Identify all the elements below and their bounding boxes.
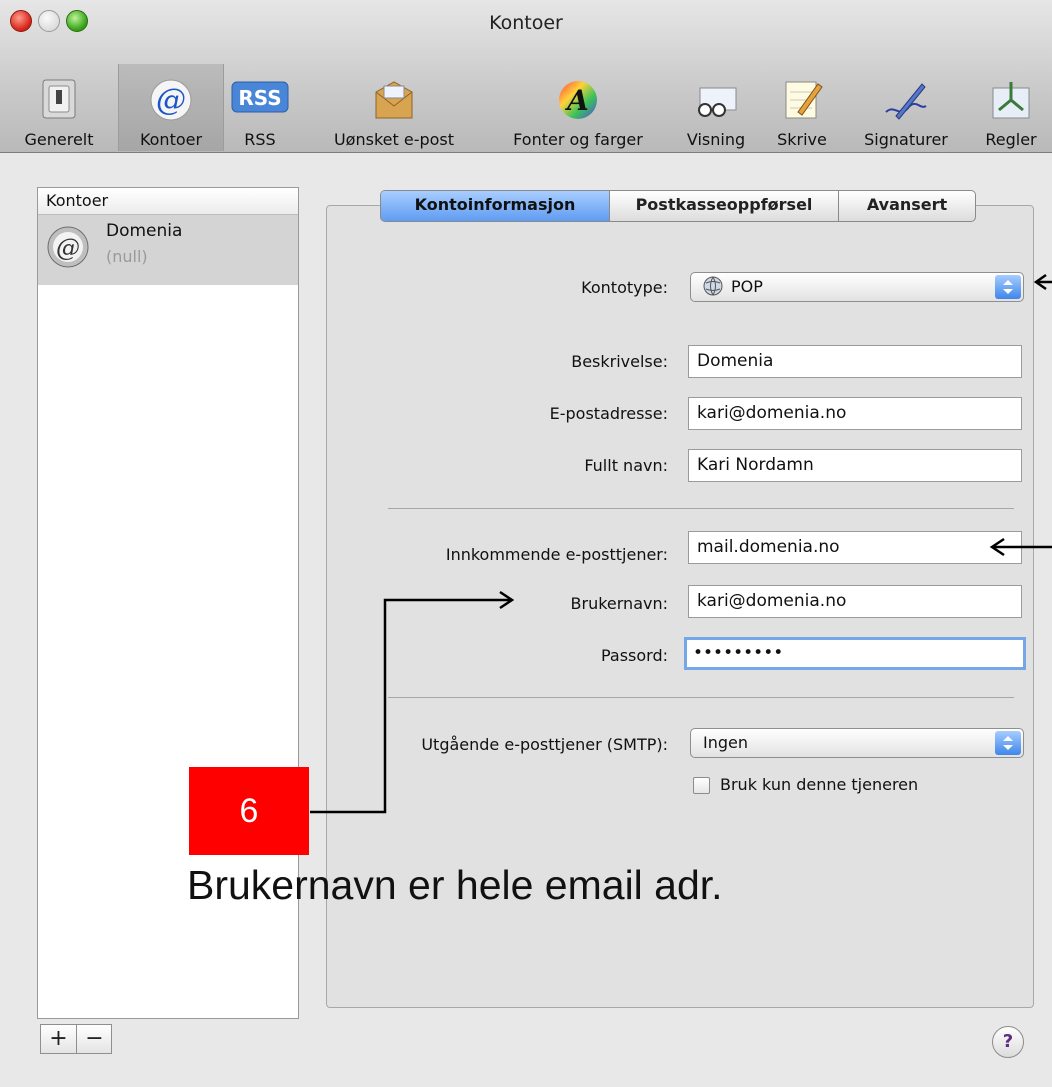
- arrow-username: [310, 598, 512, 814]
- annotation-caption: Brukernavn er hele email adr.: [187, 862, 723, 908]
- step-number-badge: 6: [189, 767, 309, 855]
- annotation-arrows: [310, 273, 1052, 814]
